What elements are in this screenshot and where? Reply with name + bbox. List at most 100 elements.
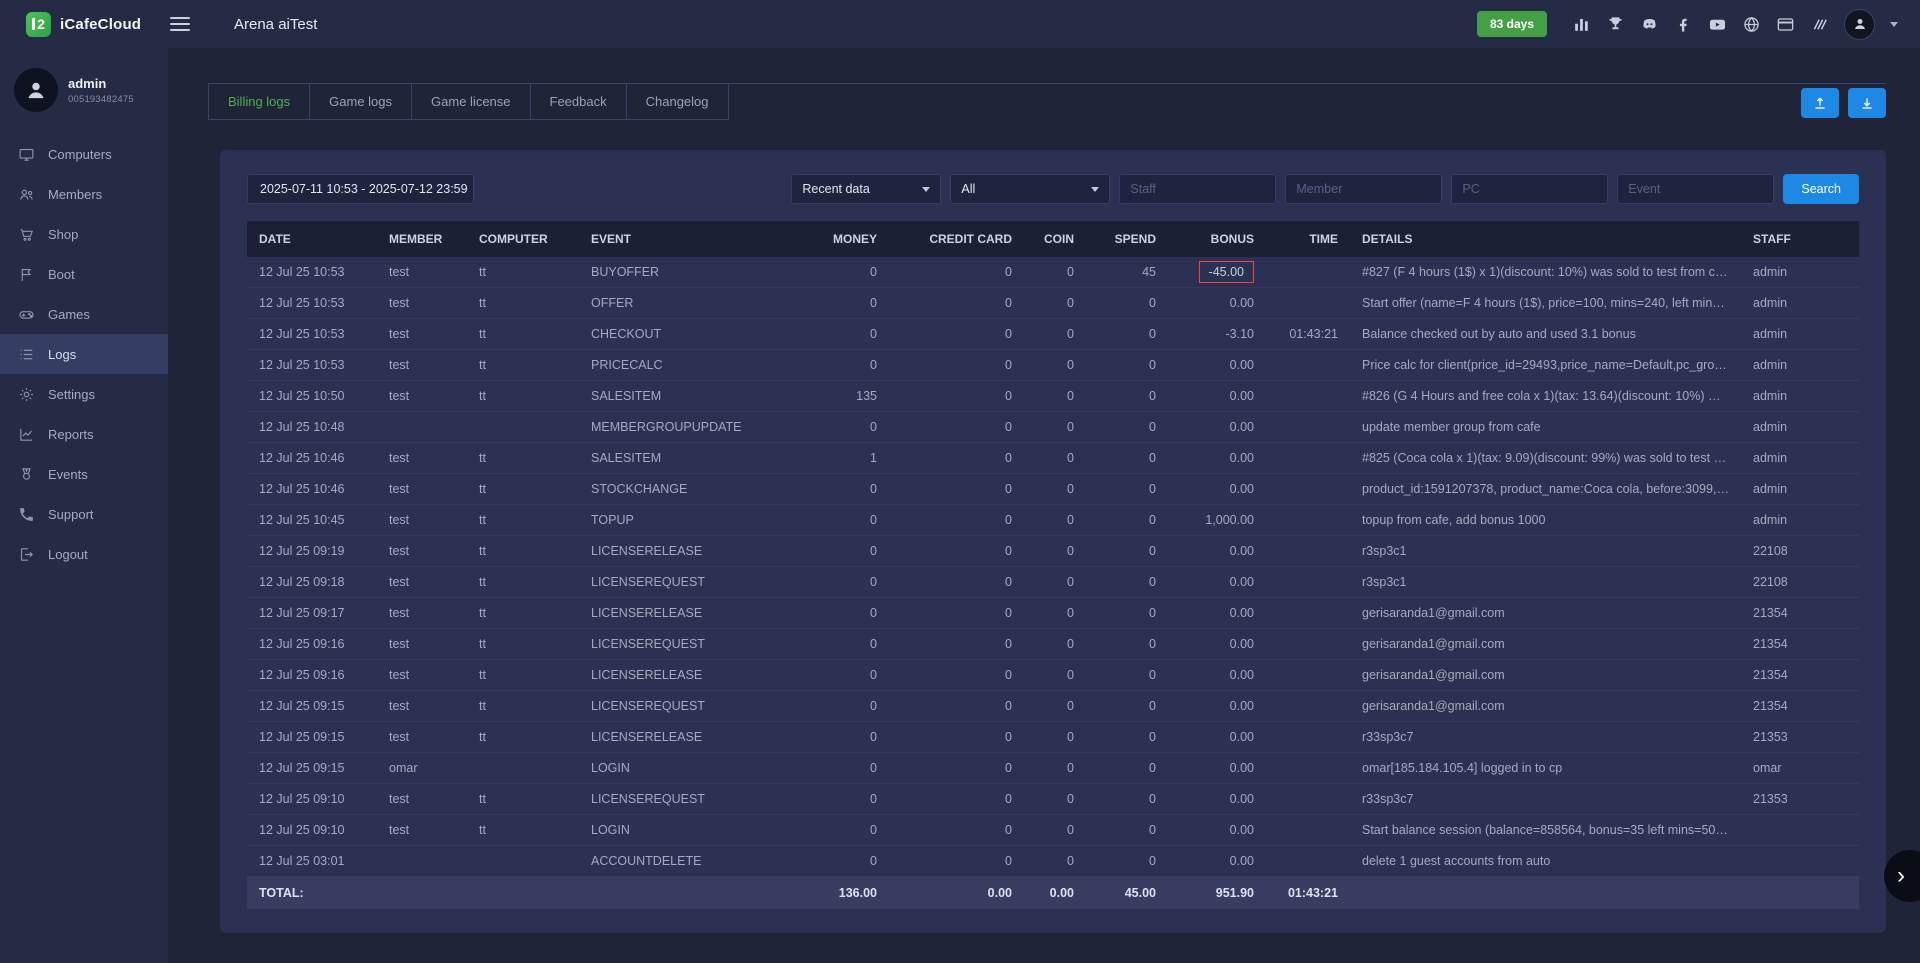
table-row[interactable]: 12 Jul 25 10:53testttOFFER00000.00Start …: [247, 288, 1859, 319]
table-row[interactable]: 12 Jul 25 10:53testttCHECKOUT0000-3.1001…: [247, 319, 1859, 350]
sidebar-item-support[interactable]: Support: [0, 494, 168, 534]
members-icon: [18, 186, 35, 203]
sidebar-user[interactable]: admin 005193482475: [0, 48, 168, 130]
date-range-input[interactable]: 2025-07-11 10:53 - 2025-07-12 23:59: [247, 174, 474, 204]
card-icon[interactable]: [1776, 15, 1795, 34]
globe-icon[interactable]: [1742, 15, 1761, 34]
computers-icon: [18, 146, 35, 163]
table-row[interactable]: 12 Jul 25 10:45testttTOPUP00001,000.00to…: [247, 505, 1859, 536]
table-row[interactable]: 12 Jul 25 09:10testttLOGIN00000.00Start …: [247, 815, 1859, 846]
avatar[interactable]: [1844, 9, 1875, 40]
cell-spend: 0: [1086, 660, 1168, 691]
table-row[interactable]: 12 Jul 25 09:17testttLICENSERELEASE00000…: [247, 598, 1859, 629]
staff-input[interactable]: [1119, 174, 1276, 204]
table-row[interactable]: 12 Jul 25 09:16testttLICENSEREQUEST00000…: [247, 629, 1859, 660]
tab-game-license[interactable]: Game license: [412, 84, 530, 120]
sidebar-item-logs[interactable]: Logs: [0, 334, 168, 374]
column-header[interactable]: STAFF: [1741, 221, 1859, 257]
download-button[interactable]: [1848, 88, 1886, 118]
table-row[interactable]: 12 Jul 25 09:15omarLOGIN00000.00omar[185…: [247, 753, 1859, 784]
hamburger-menu-icon[interactable]: [170, 13, 190, 35]
sidebar-item-label: Games: [48, 307, 90, 322]
cell-time: [1266, 381, 1350, 412]
column-header[interactable]: CREDIT CARD: [889, 221, 1024, 257]
youtube-icon[interactable]: [1708, 15, 1727, 34]
pc-input[interactable]: [1451, 174, 1608, 204]
column-header[interactable]: DATE: [247, 221, 377, 257]
cell-staff: 22108: [1741, 536, 1859, 567]
table-row[interactable]: 12 Jul 25 10:46testttSALESITEM10000.00#8…: [247, 443, 1859, 474]
license-days-badge[interactable]: 83 days: [1477, 11, 1547, 37]
column-header[interactable]: BONUS: [1168, 221, 1266, 257]
sidebar-item-label: Events: [48, 467, 88, 482]
tab-changelog[interactable]: Changelog: [627, 84, 729, 120]
chevron-down-icon[interactable]: [1890, 22, 1898, 27]
column-header[interactable]: TIME: [1266, 221, 1350, 257]
cell-time: [1266, 474, 1350, 505]
cell-time: [1266, 350, 1350, 381]
sidebar-item-reports[interactable]: Reports: [0, 414, 168, 454]
tab-feedback[interactable]: Feedback: [531, 84, 627, 120]
table-row[interactable]: 12 Jul 25 09:15testttLICENSERELEASE00000…: [247, 722, 1859, 753]
cell-coin: 0: [1024, 660, 1086, 691]
table-row[interactable]: 12 Jul 25 09:19testttLICENSERELEASE00000…: [247, 536, 1859, 567]
cell-details: topup from cafe, add bonus 1000: [1350, 505, 1741, 536]
cell-time: [1266, 629, 1350, 660]
sidebar-item-settings[interactable]: Settings: [0, 374, 168, 414]
column-header[interactable]: MONEY: [784, 221, 889, 257]
cell-details: r3sp3c1: [1350, 567, 1741, 598]
table-row[interactable]: 12 Jul 25 10:48MEMBERGROUPUPDATE00000.00…: [247, 412, 1859, 443]
table-row[interactable]: 12 Jul 25 10:53testttBUYOFFER00045-45.00…: [247, 257, 1859, 288]
cell-computer: tt: [467, 629, 579, 660]
cell-bonus: 0.00: [1168, 691, 1266, 722]
cell-details: gerisaranda1@gmail.com: [1350, 629, 1741, 660]
sidebar-item-shop[interactable]: Shop: [0, 214, 168, 254]
member-input[interactable]: [1285, 174, 1442, 204]
column-header[interactable]: COIN: [1024, 221, 1086, 257]
column-header[interactable]: DETAILS: [1350, 221, 1741, 257]
table-row[interactable]: 12 Jul 25 10:46testttSTOCKCHANGE00000.00…: [247, 474, 1859, 505]
column-header[interactable]: SPEND: [1086, 221, 1168, 257]
drive-icon[interactable]: [1810, 15, 1829, 34]
sidebar-item-events[interactable]: Events: [0, 454, 168, 494]
tab-game-logs[interactable]: Game logs: [310, 84, 412, 120]
table-row[interactable]: 12 Jul 25 09:16testttLICENSERELEASE00000…: [247, 660, 1859, 691]
sidebar-item-members[interactable]: Members: [0, 174, 168, 214]
range-select[interactable]: Recent data: [791, 174, 941, 204]
upload-button[interactable]: [1801, 88, 1839, 118]
cell-staff: admin: [1741, 381, 1859, 412]
cell-event: LOGIN: [579, 753, 784, 784]
chart-icon[interactable]: [1572, 15, 1591, 34]
type-select[interactable]: All: [950, 174, 1110, 204]
user-id: 005193482475: [68, 94, 134, 105]
table-header-row: DATE MEMBER COMPUTER EVENT MONEY CREDIT …: [247, 221, 1859, 257]
column-header[interactable]: COMPUTER: [467, 221, 579, 257]
search-button[interactable]: Search: [1783, 174, 1859, 204]
cell-computer: tt: [467, 660, 579, 691]
app-logo[interactable]: 2 iCafeCloud: [26, 12, 154, 37]
trophy-icon[interactable]: [1606, 15, 1625, 34]
table-row[interactable]: 12 Jul 25 10:50testttSALESITEM1350000.00…: [247, 381, 1859, 412]
column-header[interactable]: MEMBER: [377, 221, 467, 257]
sidebar-item-computers[interactable]: Computers: [0, 134, 168, 174]
discord-icon[interactable]: [1640, 15, 1659, 34]
settings-icon: [18, 386, 35, 403]
table-row[interactable]: 12 Jul 25 10:53testttPRICECALC00000.00Pr…: [247, 350, 1859, 381]
tab-billing-logs[interactable]: Billing logs: [208, 84, 310, 120]
table-row[interactable]: 12 Jul 25 03:01ACCOUNTDELETE00000.00dele…: [247, 846, 1859, 877]
table-row[interactable]: 12 Jul 25 09:15testttLICENSEREQUEST00000…: [247, 691, 1859, 722]
sidebar-item-logout[interactable]: Logout: [0, 534, 168, 574]
cell-coin: 0: [1024, 753, 1086, 784]
cell-computer: tt: [467, 567, 579, 598]
event-input[interactable]: [1617, 174, 1774, 204]
table-row[interactable]: 12 Jul 25 09:18testttLICENSEREQUEST00000…: [247, 567, 1859, 598]
cell-time: [1266, 443, 1350, 474]
facebook-icon[interactable]: [1674, 15, 1693, 34]
cell-computer: [467, 412, 579, 443]
sidebar-item-games[interactable]: Games: [0, 294, 168, 334]
total-row: TOTAL: 136.00 0.00 0.00 45.00 951.90 01:…: [247, 877, 1859, 910]
sidebar-item-boot[interactable]: Boot: [0, 254, 168, 294]
table-row[interactable]: 12 Jul 25 09:10testttLICENSEREQUEST00000…: [247, 784, 1859, 815]
column-header[interactable]: EVENT: [579, 221, 784, 257]
cell-computer: tt: [467, 288, 579, 319]
